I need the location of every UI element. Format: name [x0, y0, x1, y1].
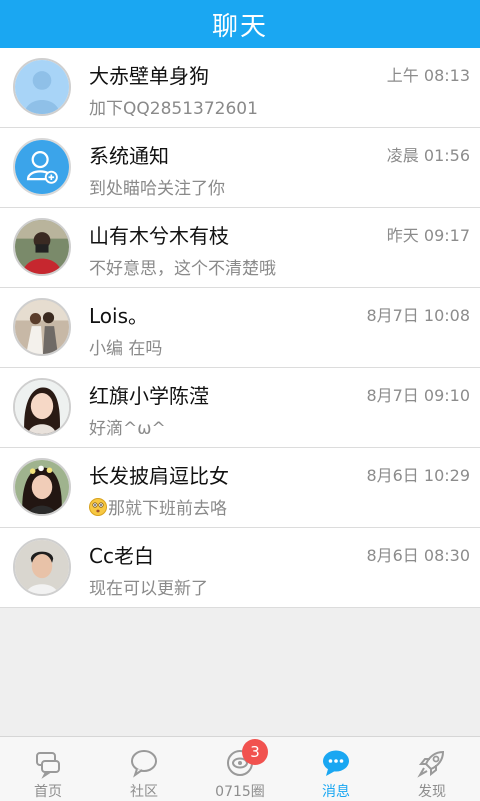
- message-icon: [323, 750, 349, 776]
- message-time: 8月6日 08:30: [366, 546, 470, 565]
- speech-bubble-icon: [131, 750, 157, 778]
- bottom-tab-bar: 首页 社区 0715圈 3 消息 发现: [0, 736, 480, 801]
- message-preview: 现在可以更新了: [89, 574, 208, 599]
- avatar: [13, 298, 71, 356]
- contact-name: 山有木兮木有枝: [89, 224, 229, 248]
- message-preview: 到处瞄哈关注了你: [89, 174, 225, 199]
- avatar: [13, 58, 71, 116]
- message-time: 昨天 09:17: [386, 226, 470, 245]
- message-text: 好滴^ω^: [89, 419, 166, 439]
- contact-name: Lois。: [89, 304, 149, 328]
- message-text: 加下QQ2851372601: [89, 99, 258, 119]
- avatar: [13, 218, 71, 276]
- contact-name: 红旗小学陈滢: [89, 384, 209, 408]
- avatar: [13, 538, 71, 596]
- conversation-item[interactable]: 山有木兮木有枝 昨天 09:17 不好意思，这个不清楚哦: [0, 208, 480, 288]
- conversation-list: 大赤壁单身狗 上午 08:13 加下QQ2851372601 系统通知 凌晨 0…: [0, 48, 480, 608]
- tab-home[interactable]: 首页: [0, 737, 96, 801]
- page-title: 聊天: [211, 11, 268, 42]
- conversation-item[interactable]: Cc老白 8月6日 08:30 现在可以更新了: [0, 528, 480, 608]
- contact-name: Cc老白: [89, 544, 154, 568]
- message-preview: 不好意思，这个不清楚哦: [89, 254, 276, 279]
- tab-label: 发现: [418, 784, 446, 800]
- message-text: 到处瞄哈关注了你: [89, 179, 225, 199]
- tab-community[interactable]: 社区: [96, 737, 192, 801]
- contact-name: 大赤壁单身狗: [89, 64, 209, 88]
- avatar: [13, 458, 71, 516]
- message-time: 8月6日 10:29: [366, 466, 470, 485]
- conversation-item[interactable]: 大赤壁单身狗 上午 08:13 加下QQ2851372601: [0, 48, 480, 128]
- tab-discover[interactable]: 发现: [384, 737, 480, 801]
- message-preview: 那就下班前去咯: [89, 494, 227, 519]
- tab-label: 首页: [34, 784, 62, 800]
- home-chat-icon: [36, 752, 60, 779]
- top-bar: 聊天: [0, 0, 480, 48]
- message-preview: 加下QQ2851372601: [89, 94, 258, 119]
- message-preview: 好滴^ω^: [89, 414, 166, 439]
- rocket-icon: [417, 750, 445, 778]
- tab-label: 消息: [322, 784, 350, 800]
- conversation-item[interactable]: 红旗小学陈滢 8月7日 09:10 好滴^ω^: [0, 368, 480, 448]
- message-text: 现在可以更新了: [89, 579, 208, 599]
- message-time: 上午 08:13: [386, 66, 470, 85]
- message-preview: 小编 在吗: [89, 334, 162, 359]
- avatar: [13, 378, 71, 436]
- message-text: 不好意思，这个不清楚哦: [89, 259, 276, 279]
- message-time: 8月7日 10:08: [366, 306, 470, 325]
- message-text: 小编 在吗: [89, 339, 163, 359]
- contact-name: 长发披肩逗比女: [89, 464, 229, 488]
- tab-messages[interactable]: 消息: [288, 737, 384, 801]
- conversation-item[interactable]: Lois。 8月7日 10:08 小编 在吗: [0, 288, 480, 368]
- message-time: 8月7日 09:10: [366, 386, 470, 405]
- conversation-item[interactable]: 长发披肩逗比女 8月6日 10:29 那就下班前去咯: [0, 448, 480, 528]
- surprised-emoji-icon: [89, 497, 107, 516]
- notification-badge: 3: [242, 739, 268, 765]
- tab-label: 0715圈: [215, 784, 265, 800]
- message-text: 那就下班前去咯: [108, 499, 227, 519]
- tab-0715-circle[interactable]: 0715圈 3: [192, 737, 288, 801]
- avatar: [13, 138, 71, 196]
- tab-label: 社区: [130, 784, 158, 800]
- conversation-item[interactable]: 系统通知 凌晨 01:56 到处瞄哈关注了你: [0, 128, 480, 208]
- contact-name: 系统通知: [89, 144, 169, 168]
- message-time: 凌晨 01:56: [386, 146, 470, 165]
